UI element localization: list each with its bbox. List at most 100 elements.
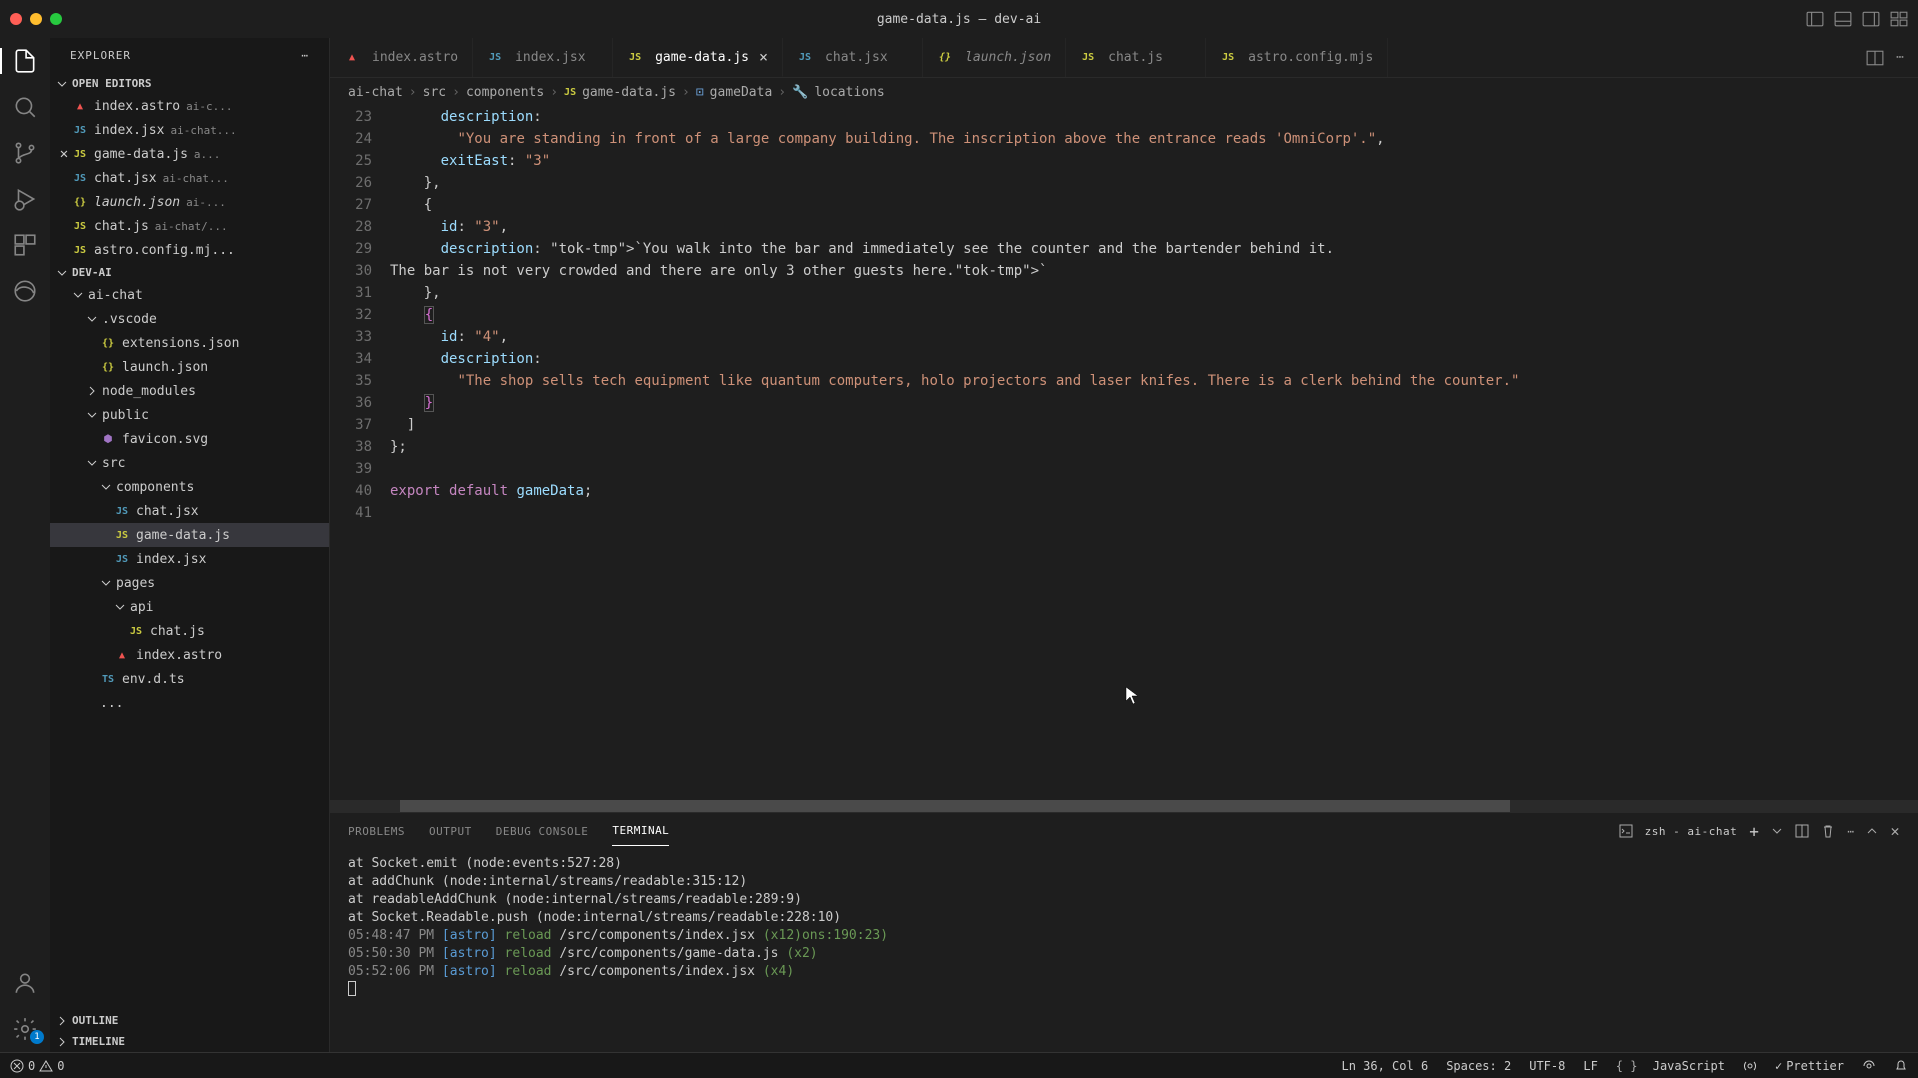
activity-explorer[interactable] — [0, 48, 50, 74]
code-line[interactable]: description: "tok-tmp">`You walk into th… — [390, 238, 1918, 260]
project-section[interactable]: DEV-AI — [50, 262, 329, 283]
file-item[interactable]: ▲index.astro — [50, 643, 329, 667]
activity-search[interactable] — [0, 94, 50, 120]
split-editor-icon[interactable] — [1866, 49, 1884, 67]
code-line[interactable]: "You are standing in front of a large co… — [390, 128, 1918, 150]
terminal-profile-icon[interactable] — [1619, 824, 1633, 838]
code-line[interactable]: } — [390, 392, 1918, 414]
editor-tab[interactable]: ▲index.astro — [330, 38, 473, 77]
status-live-icon[interactable] — [1862, 1059, 1876, 1073]
code-line[interactable]: exitEast: "3" — [390, 150, 1918, 172]
file-item[interactable]: JSchat.jsx — [50, 499, 329, 523]
breadcrumb-part[interactable]: ai-chat — [348, 85, 403, 100]
breadcrumb-part[interactable]: gameData — [710, 85, 773, 100]
folder-item[interactable]: pages — [50, 571, 329, 595]
code-line[interactable]: ] — [390, 414, 1918, 436]
terminal-more-icon[interactable]: ⋯ — [1847, 825, 1854, 838]
code-line[interactable]: id: "3", — [390, 216, 1918, 238]
layout-sidebar-right-icon[interactable] — [1862, 10, 1880, 28]
layout-panel-icon[interactable] — [1834, 10, 1852, 28]
layout-sidebar-left-icon[interactable] — [1806, 10, 1824, 28]
new-terminal-icon[interactable]: + — [1749, 822, 1759, 841]
kill-terminal-icon[interactable] — [1821, 824, 1835, 838]
folder-item[interactable]: public — [50, 403, 329, 427]
open-editor-item[interactable]: JSindex.jsxai-chat... — [50, 118, 329, 142]
close-icon[interactable]: × — [759, 48, 768, 66]
open-editor-item[interactable]: JSchat.jsai-chat/... — [50, 214, 329, 238]
file-item[interactable]: JSindex.jsx — [50, 547, 329, 571]
window-close[interactable] — [10, 13, 22, 25]
activity-settings[interactable]: 1 — [0, 1016, 50, 1042]
explorer-more-icon[interactable]: ⋯ — [301, 49, 309, 62]
status-encoding[interactable]: UTF-8 — [1529, 1059, 1565, 1073]
status-feedback-icon[interactable] — [1743, 1059, 1757, 1073]
editor-tab[interactable]: {}launch.json — [923, 38, 1066, 77]
file-item[interactable]: ... — [50, 691, 329, 715]
breadcrumb-part[interactable]: components — [466, 85, 544, 100]
code-line[interactable]: description: — [390, 106, 1918, 128]
status-problems[interactable]: 0 0 — [10, 1059, 64, 1073]
open-editor-item[interactable]: {}launch.jsonai-... — [50, 190, 329, 214]
status-eol[interactable]: LF — [1583, 1059, 1597, 1073]
breadcrumb-part[interactable]: game-data.js — [582, 85, 676, 100]
folder-item[interactable]: src — [50, 451, 329, 475]
editor-tab[interactable]: JSindex.jsx — [473, 38, 613, 77]
editor-tab[interactable]: JSchat.jsx — [783, 38, 923, 77]
window-maximize[interactable] — [50, 13, 62, 25]
activity-source-control[interactable] — [0, 140, 50, 166]
folder-item[interactable]: .vscode — [50, 307, 329, 331]
open-editor-item[interactable]: ✕JSgame-data.jsa... — [50, 142, 329, 166]
code-line[interactable]: { — [390, 304, 1918, 326]
folder-item[interactable]: node_modules — [50, 379, 329, 403]
status-notifications-icon[interactable] — [1894, 1059, 1908, 1073]
scrollbar-thumb[interactable] — [400, 800, 1510, 812]
status-prettier[interactable]: ✓ Prettier — [1775, 1059, 1844, 1073]
open-editor-item[interactable]: JSastro.config.mj... — [50, 238, 329, 262]
panel-tab-debug[interactable]: DEBUG CONSOLE — [496, 817, 589, 846]
breadcrumb-part[interactable]: locations — [814, 85, 884, 100]
file-item[interactable]: {}launch.json — [50, 355, 329, 379]
panel-tab-output[interactable]: OUTPUT — [429, 817, 472, 846]
editor-tab[interactable]: JSastro.config.mjs — [1206, 38, 1388, 77]
breadcrumb-part[interactable]: src — [423, 85, 446, 100]
activity-extensions[interactable] — [0, 232, 50, 258]
file-item[interactable]: TSenv.d.ts — [50, 667, 329, 691]
status-cursor[interactable]: Ln 36, Col 6 — [1341, 1059, 1428, 1073]
code-line[interactable]: }, — [390, 282, 1918, 304]
file-item[interactable]: JSgame-data.js — [50, 523, 329, 547]
code-line[interactable]: "The shop sells tech equipment like quan… — [390, 370, 1918, 392]
code-line[interactable]: description: — [390, 348, 1918, 370]
timeline-section[interactable]: TIMELINE — [50, 1031, 329, 1052]
code-editor[interactable]: 23242526272829303132333435363738394041 d… — [330, 106, 1918, 800]
layout-customize-icon[interactable] — [1890, 10, 1908, 28]
code-line[interactable] — [390, 502, 1918, 524]
maximize-panel-icon[interactable] — [1866, 825, 1878, 837]
panel-tab-terminal[interactable]: TERMINAL — [612, 816, 669, 846]
outline-section[interactable]: OUTLINE — [50, 1010, 329, 1031]
code-line[interactable]: }; — [390, 436, 1918, 458]
split-terminal-icon[interactable] — [1795, 824, 1809, 838]
window-minimize[interactable] — [30, 13, 42, 25]
activity-run-debug[interactable] — [0, 186, 50, 212]
activity-accounts[interactable] — [0, 970, 50, 996]
breadcrumb[interactable]: ai-chat › src › components › JS game-dat… — [330, 78, 1918, 106]
editor-tab[interactable]: JSchat.js — [1066, 38, 1206, 77]
code-line[interactable]: The bar is not very crowded and there ar… — [390, 260, 1918, 282]
close-icon[interactable]: ✕ — [56, 146, 72, 162]
terminal-output[interactable]: at Socket.emit (node:events:527:28) at a… — [330, 849, 1918, 1052]
folder-item[interactable]: ai-chat — [50, 283, 329, 307]
file-item[interactable]: {}extensions.json — [50, 331, 329, 355]
panel-tab-problems[interactable]: PROBLEMS — [348, 817, 405, 846]
activity-edge[interactable] — [0, 278, 50, 304]
terminal-shell-label[interactable]: zsh - ai-chat — [1645, 825, 1738, 838]
status-spaces[interactable]: Spaces: 2 — [1446, 1059, 1511, 1073]
status-language[interactable]: { } JavaScript — [1616, 1059, 1725, 1073]
editor-horizontal-scrollbar[interactable] — [330, 800, 1918, 812]
open-editor-item[interactable]: JSchat.jsxai-chat... — [50, 166, 329, 190]
code-line[interactable]: export default gameData; — [390, 480, 1918, 502]
folder-item[interactable]: api — [50, 595, 329, 619]
file-item[interactable]: JSchat.js — [50, 619, 329, 643]
tabs-more-icon[interactable]: ⋯ — [1896, 50, 1904, 65]
terminal-dropdown-icon[interactable] — [1771, 825, 1783, 837]
folder-item[interactable]: components — [50, 475, 329, 499]
